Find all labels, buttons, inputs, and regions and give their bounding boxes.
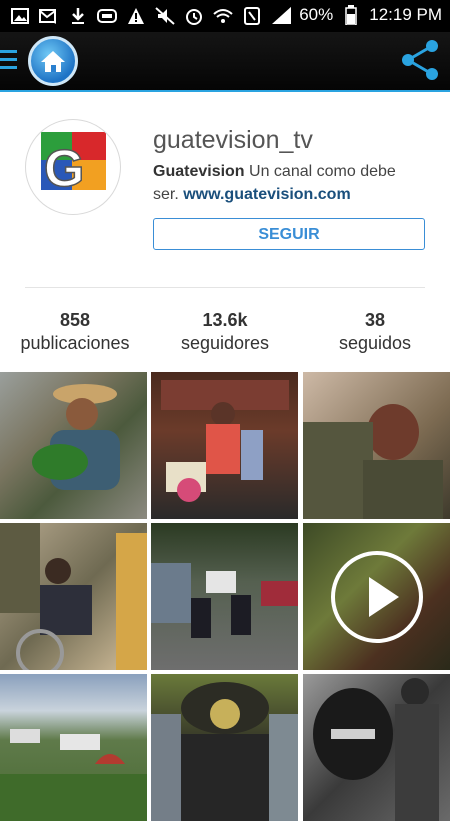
photo-masked-soldier [151,682,298,821]
alarm-icon [184,6,204,26]
photo-tile[interactable] [0,523,147,670]
photo-city-view [0,729,147,821]
download-icon [68,6,88,26]
photo-soldiers [303,404,443,519]
bio: Guatevision Un canal como debe ser. www.… [153,160,423,206]
signal-icon [271,5,292,25]
wifi-icon [213,6,233,26]
mail-alert-icon: ! [39,6,59,26]
photo-tile[interactable] [151,372,298,519]
photo-tile[interactable] [0,674,147,821]
stat-number: 13.6k [202,310,248,330]
follow-button[interactable]: SEGUIR [153,218,425,250]
menu-button[interactable] [0,50,17,72]
divider [25,287,425,288]
photo-man-with-plants [32,384,120,490]
stat-number: 858 [59,310,91,330]
home-button[interactable] [28,36,78,86]
play-icon[interactable] [331,551,423,643]
screen-icon [97,6,117,26]
avatar[interactable]: G [25,119,121,215]
photo-tile[interactable] [303,674,450,821]
stat-label: seguidos [338,333,412,353]
stat-label: publicaciones [20,333,130,353]
battery-percent: 60% [299,5,334,24]
photo-tile[interactable] [303,372,450,519]
stat-posts[interactable]: 858 publicaciones [0,310,150,354]
photo-police-motorcycles [151,563,298,638]
mute-icon [155,6,175,26]
warning-icon [126,6,146,26]
status-bar: ! 60% 12:19 PM [0,0,450,32]
battery-icon [341,5,361,25]
photo-tile[interactable] [151,674,298,821]
bio-name: Guatevision [153,163,245,180]
home-icon [41,51,65,72]
guatevision-logo: G [41,132,106,199]
photo-tv-studio [161,380,289,502]
photo-wheelchair [0,523,147,670]
photo-tile[interactable] [303,523,450,670]
menu-icon [0,50,17,53]
clock: 12:19 PM [369,5,442,24]
stat-label: seguidores [180,333,270,353]
profile-header: G guatevision_tv Guatevision Un canal co… [0,92,450,370]
photo-tile[interactable] [151,523,298,670]
stat-number: 38 [364,310,386,330]
stat-followers[interactable]: 13.6k seguidores [150,310,300,354]
stat-following[interactable]: 38 seguidos [300,310,450,354]
svg-text:G: G [44,140,84,198]
share-button[interactable] [398,38,442,82]
image-icon [10,6,30,26]
app-bar [0,32,450,92]
photo-tile[interactable] [0,372,147,519]
photo-masked-people [313,678,439,821]
svg-text:!: ! [54,16,57,25]
nfc-icon [242,6,262,26]
share-icon [402,40,438,80]
username: guatevision_tv [153,126,313,154]
bio-link[interactable]: www.guatevision.com [183,186,350,203]
